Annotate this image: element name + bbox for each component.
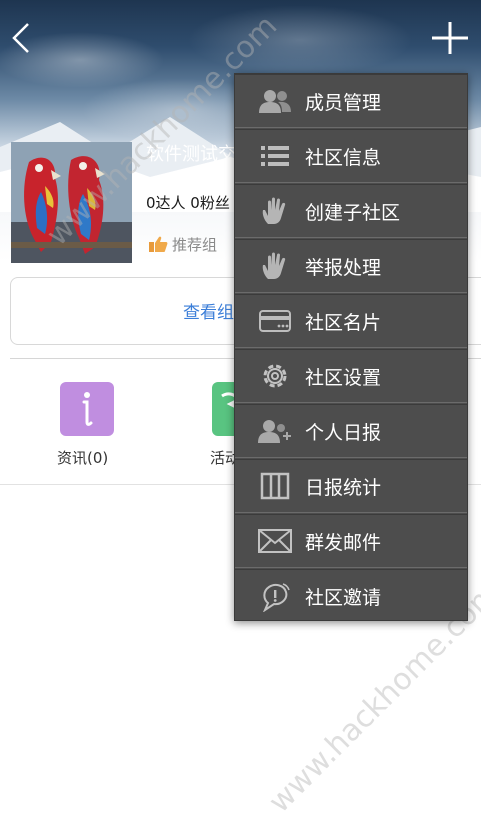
- menu-item-member-management[interactable]: 成员管理: [235, 74, 467, 128]
- menu-item-community-info[interactable]: 社区信息: [235, 129, 467, 183]
- info-icon: [82, 392, 93, 426]
- menu-item-label: 社区名片: [305, 311, 382, 334]
- menu-item-label: 创建子社区: [305, 201, 401, 224]
- community-stats: 0达人 0粉丝: [146, 194, 230, 212]
- list-icon: [261, 146, 289, 166]
- menu-item-label: 社区信息: [305, 146, 382, 169]
- hand-icon: [262, 252, 286, 279]
- recommend-row[interactable]: 推荐组: [148, 233, 248, 255]
- chevron-left-icon[interactable]: [8, 20, 36, 56]
- news-tile[interactable]: [60, 382, 114, 436]
- menu-item-community-card[interactable]: 社区名片: [235, 294, 467, 348]
- person-report-icon: [258, 420, 291, 443]
- activity-tile-label: 活动: [210, 449, 236, 467]
- columns-icon: [260, 472, 290, 500]
- menu-item-community-settings[interactable]: 社区设置: [235, 349, 467, 403]
- menu-item-label: 日报统计: [305, 476, 382, 499]
- view-group-label: 查看组: [183, 303, 234, 323]
- thumbs-up-icon: [149, 236, 168, 252]
- menu-item-label: 成员管理: [305, 91, 382, 114]
- gear-icon: [263, 364, 287, 388]
- menu-item-create-sub-community[interactable]: 创建子社区: [235, 184, 467, 238]
- dropdown-menu: 成员管理 社区信息 创建子社区 举报处理 社区名片 社区设置 个人日报 日报统计…: [234, 73, 468, 621]
- menu-item-label: 社区设置: [305, 366, 382, 389]
- menu-item-report-handling[interactable]: 举报处理: [235, 239, 467, 293]
- card-icon: [259, 310, 291, 332]
- menu-item-label: 举报处理: [305, 256, 382, 279]
- menu-item-community-invite[interactable]: 社区邀请: [235, 569, 467, 623]
- members-icon: [259, 90, 291, 113]
- hand-icon: [262, 197, 286, 224]
- menu-item-label: 群发邮件: [305, 531, 382, 554]
- plus-icon[interactable]: [430, 20, 470, 56]
- news-tile-label: 资讯(0): [57, 449, 109, 467]
- menu-item-personal-daily-report[interactable]: 个人日报: [235, 404, 467, 458]
- menu-item-label: 个人日报: [305, 421, 382, 444]
- invite-icon: [263, 582, 290, 612]
- menu-item-mass-email[interactable]: 群发邮件: [235, 514, 467, 568]
- menu-item-daily-report-statistics[interactable]: 日报统计: [235, 459, 467, 513]
- menu-item-label: 社区邀请: [305, 587, 382, 609]
- mail-icon: [258, 529, 292, 553]
- recommend-label: 推荐组: [172, 235, 218, 254]
